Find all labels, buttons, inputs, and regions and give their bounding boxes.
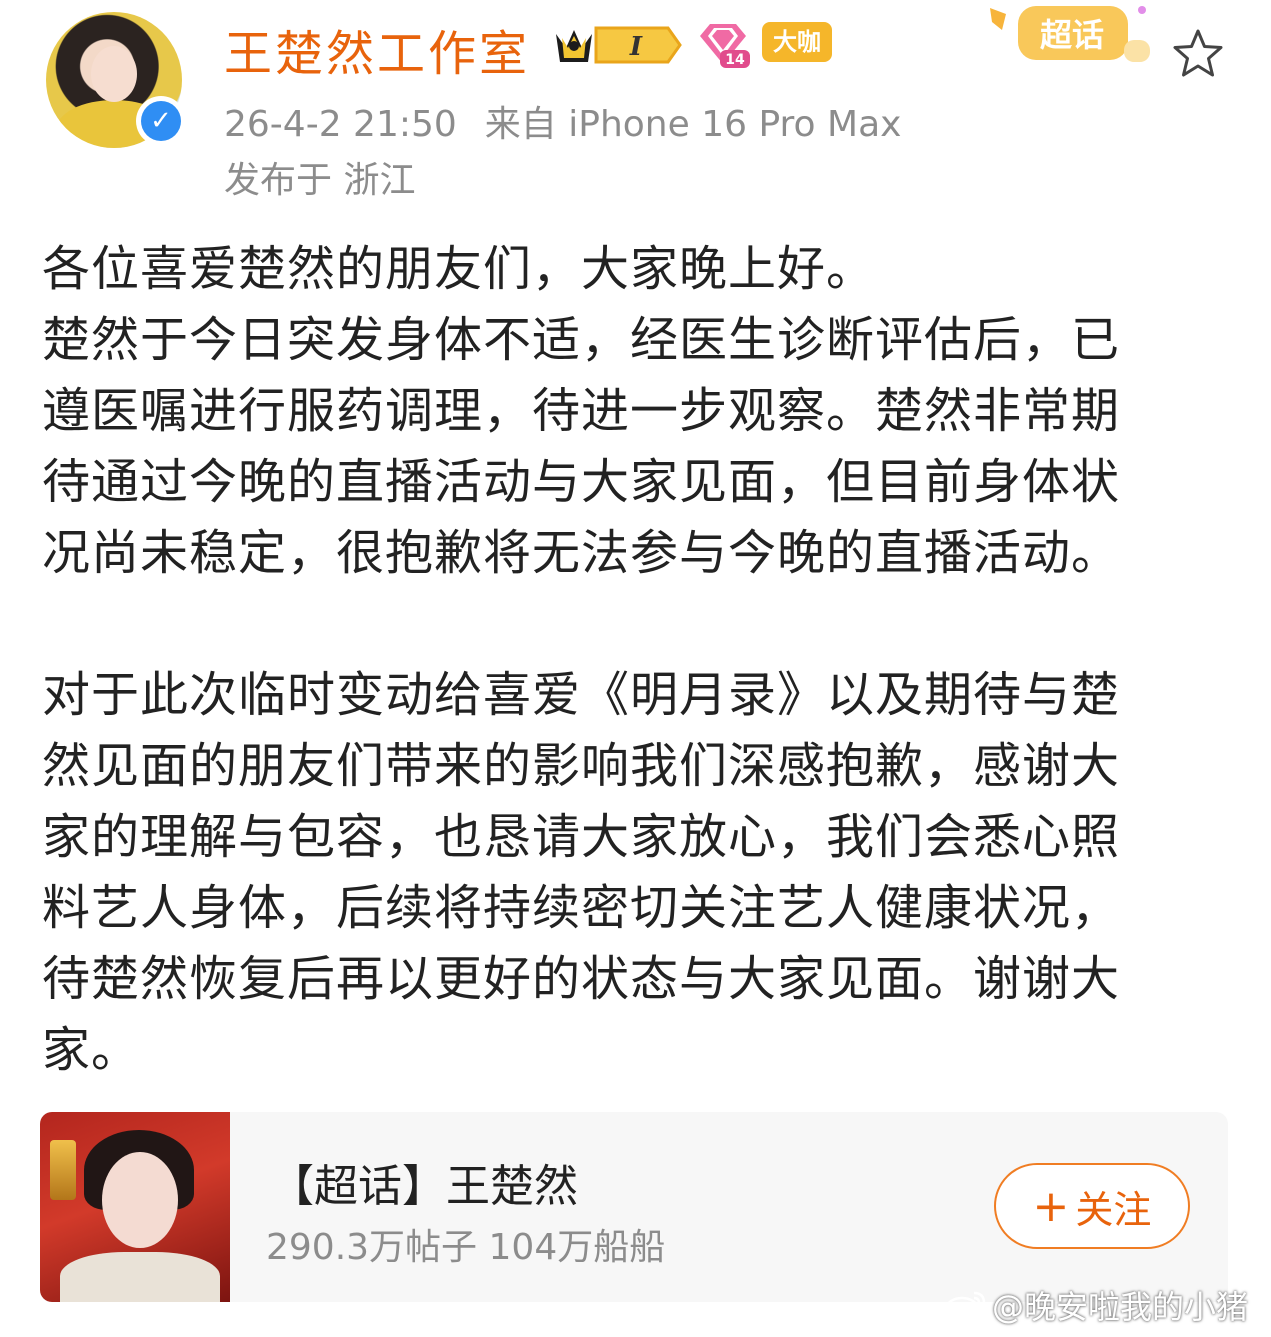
- post-line: 待通过今晚的直播活动与大家见面，但目前身体状: [42, 454, 1121, 510]
- follow-label: 关注: [1075, 1187, 1152, 1232]
- post-line: 然见面的朋友们带来的影响我们深感抱歉，感谢大: [42, 738, 1121, 794]
- post-line: 料艺人身体，后续将持续密切关注艺人健康状况，: [42, 880, 1121, 936]
- supertopic-tag-text: 超话: [1040, 16, 1104, 54]
- username[interactable]: 王楚然工作室: [224, 14, 530, 84]
- post-meta: 26-4-2 21:50 来自 iPhone 16 Pro Max: [224, 95, 929, 147]
- post-timestamp: 26-4-2 21:50: [224, 104, 457, 145]
- supertopic-stats: 290.3万帖子 104万船船: [266, 1227, 666, 1268]
- post-line: 家的理解与包容，也恳请大家放心，我们会悉心照: [42, 809, 1121, 865]
- post-location: 发布于 浙江: [224, 160, 416, 201]
- weibo-post-screen: ✓ 王楚然工作室 I 14 大咖 超话 26-4-2 21:50 来自 iPhon…: [0, 0, 1271, 1337]
- watermark: @晚安啦我的小猪: [944, 1282, 1248, 1328]
- verified-icon: ✓: [136, 96, 186, 146]
- post-line: 各位喜爱楚然的朋友们，大家晚上好。: [42, 241, 876, 297]
- post-line: 待楚然恢复后再以更好的状态与大家见面。谢谢大: [42, 951, 1121, 1007]
- supertopic-tag[interactable]: 超话: [984, 0, 1154, 80]
- daka-badge[interactable]: 大咖: [762, 22, 832, 62]
- supertopic-cover-image: [40, 1112, 230, 1302]
- post-line: 况尚未稳定，很抱歉将无法参与今晚的直播活动。: [42, 525, 1121, 581]
- plus-icon: +: [1032, 1180, 1070, 1232]
- supertopic-card[interactable]: 【超话】王楚然 290.3万帖子 104万船船 + 关注: [40, 1112, 1228, 1302]
- crown-level-text: I: [629, 32, 643, 62]
- weibo-logo-icon: [944, 1291, 986, 1322]
- crown-level-badge[interactable]: I: [552, 22, 684, 68]
- watermark-text: @晚安啦我的小猪: [992, 1288, 1249, 1326]
- star-icon[interactable]: [1170, 26, 1226, 82]
- supertopic-title: 【超话】王楚然: [270, 1161, 578, 1212]
- diamond-badge[interactable]: 14: [694, 20, 752, 70]
- post-line: 对于此次临时变动给喜爱《明月录》以及期待与楚: [42, 667, 1121, 723]
- post-source: 来自 iPhone 16 Pro Max: [484, 104, 902, 145]
- post-line: 楚然于今日突发身体不适，经医生诊断评估后，已: [42, 312, 1121, 368]
- post-body: 各位喜爱楚然的朋友们，大家晚上好。 楚然于今日突发身体不适，经医生诊断评估后，已…: [42, 234, 1222, 1086]
- post-line: 家。: [42, 1022, 141, 1078]
- post-line: 遵医嘱进行服药调理，待进一步观察。楚然非常期: [42, 383, 1121, 439]
- follow-button[interactable]: + 关注: [994, 1163, 1190, 1249]
- diamond-level-text: 14: [725, 52, 745, 68]
